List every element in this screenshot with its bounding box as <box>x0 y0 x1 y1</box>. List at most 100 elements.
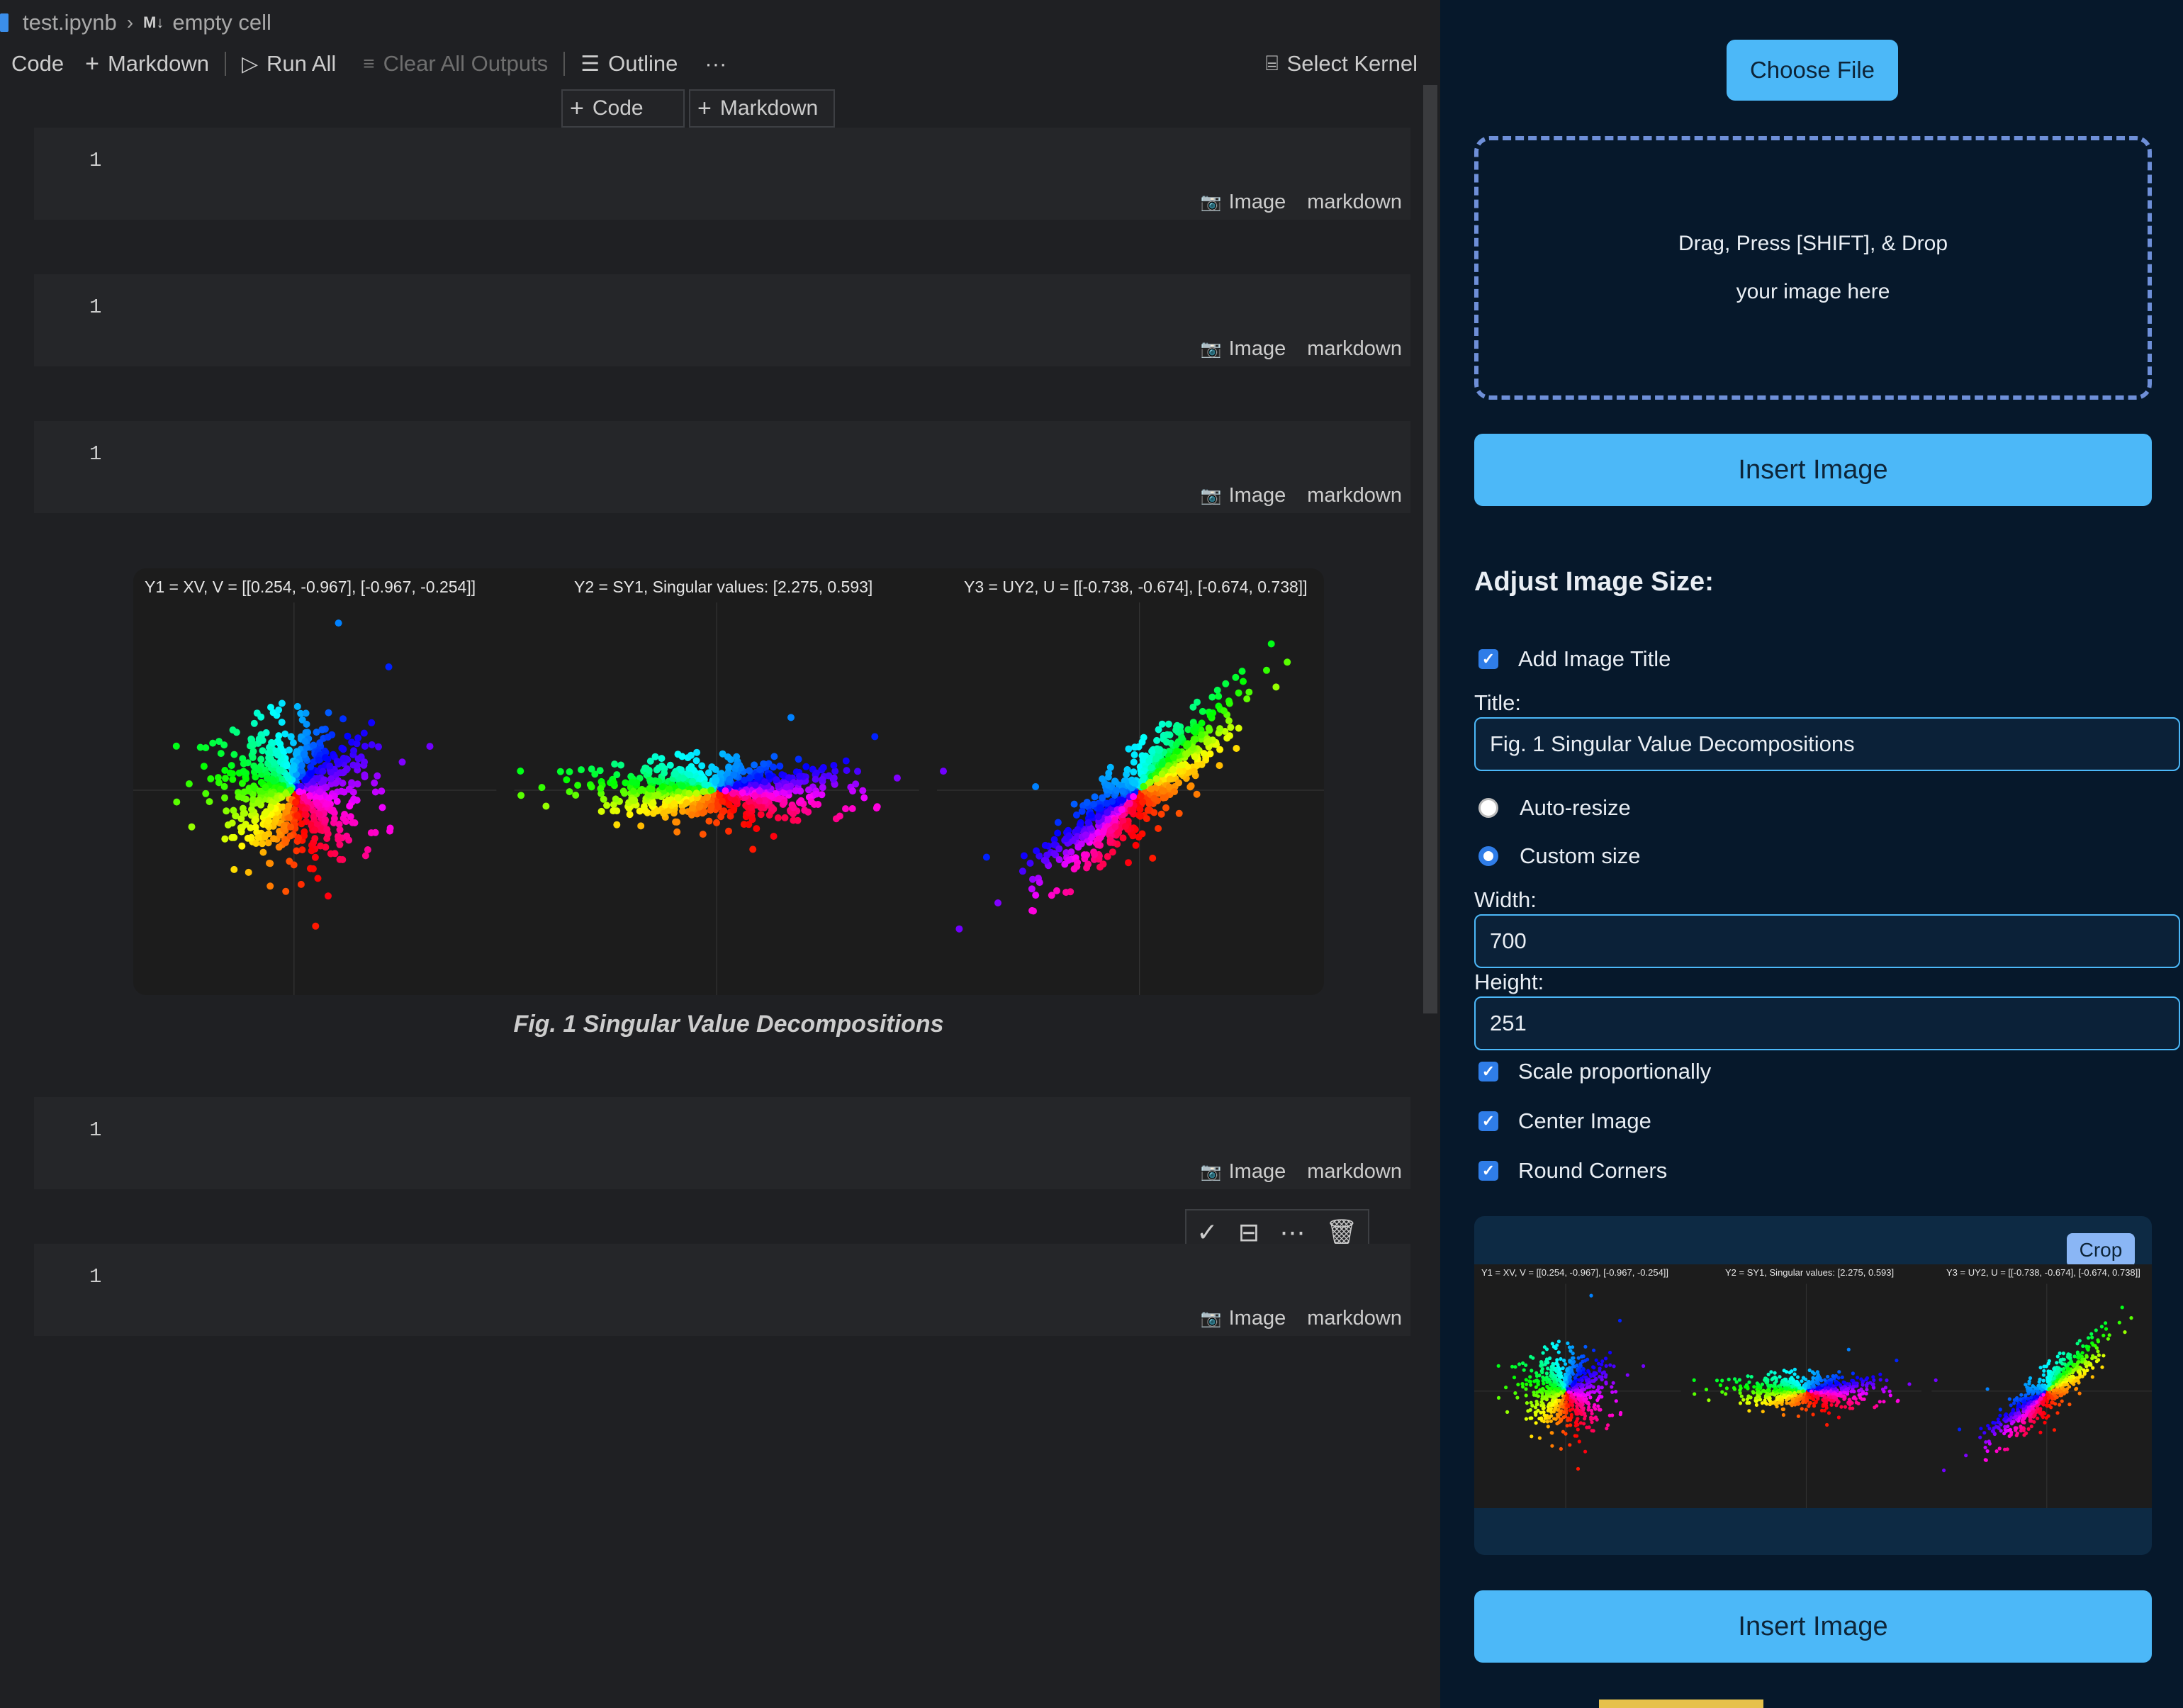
custom-size-radio-row[interactable]: Custom size <box>1478 843 1641 869</box>
scatter-point <box>1792 1372 1797 1376</box>
scatter-point <box>1552 1373 1556 1378</box>
scatter-point <box>1104 809 1111 816</box>
insert-markdown-cell-button[interactable]: + Markdown <box>689 89 835 128</box>
height-input[interactable]: 251 <box>1474 996 2180 1050</box>
scatter-point <box>1851 1381 1856 1386</box>
width-input[interactable]: 700 <box>1474 914 2180 968</box>
cell-language[interactable]: markdown <box>1307 337 1402 361</box>
cell-language[interactable]: markdown <box>1307 484 1402 507</box>
scatter-point <box>1235 689 1242 697</box>
checkmark-icon[interactable]: ✓ <box>1196 1218 1218 1247</box>
scatter-point <box>1115 828 1123 836</box>
scatter-point <box>1150 794 1158 802</box>
markdown-cell[interactable]: 1 📷 Image markdown <box>34 1244 1410 1336</box>
breadcrumb-file[interactable]: test.ipynb <box>23 10 117 35</box>
markdown-cell[interactable]: 1 📷 Image markdown <box>34 128 1410 220</box>
scatter-point <box>1747 1409 1751 1413</box>
scatter-point <box>1145 800 1153 808</box>
scatter-point <box>1590 1412 1594 1416</box>
custom-size-radio[interactable] <box>1478 846 1498 866</box>
scatter-point <box>1158 787 1166 794</box>
image-label[interactable]: Image <box>1229 1160 1286 1184</box>
cell-language[interactable]: markdown <box>1307 1307 1402 1330</box>
scatter-point <box>781 814 789 821</box>
choose-file-button[interactable]: Choose File <box>1727 40 1898 101</box>
scatter-point <box>1583 1449 1588 1454</box>
scatter-point <box>361 758 369 766</box>
scatter-point <box>1050 850 1058 858</box>
scatter-point <box>2060 1399 2064 1403</box>
scale-proportionally-row[interactable]: ✓ Scale proportionally <box>1478 1059 1711 1084</box>
image-dropzone[interactable]: Drag, Press [SHIFT], & Drop your image h… <box>1474 136 2152 400</box>
scatter-point <box>1091 793 1099 801</box>
insert-code-cell-button[interactable]: + Code <box>561 89 685 128</box>
add-title-checkbox[interactable]: ✓ <box>1478 649 1498 669</box>
scatter-point <box>1724 1386 1729 1390</box>
scatter-point <box>221 794 228 802</box>
round-corners-row[interactable]: ✓ Round Corners <box>1478 1158 1667 1184</box>
cell-language[interactable]: markdown <box>1307 191 1402 214</box>
scatter-point <box>626 811 634 819</box>
scatter-point <box>2041 1400 2045 1405</box>
height-field-label: Height: <box>1474 970 1544 994</box>
scatter-point <box>1978 1435 1982 1439</box>
scatter-point <box>272 815 280 823</box>
title-field-label: Title: <box>1474 690 1522 715</box>
scatter-point <box>302 776 310 784</box>
scatter-point <box>255 735 263 743</box>
crop-button[interactable]: Crop <box>2067 1233 2135 1267</box>
scatter-point <box>795 755 802 763</box>
scatter-point <box>261 833 269 841</box>
auto-resize-radio-row[interactable]: Auto-resize <box>1478 795 1631 821</box>
cell-language[interactable]: markdown <box>1307 1160 1402 1184</box>
scale-proportionally-checkbox[interactable]: ✓ <box>1478 1062 1498 1081</box>
add-title-checkbox-row[interactable]: ✓ Add Image Title <box>1478 646 1671 672</box>
round-corners-checkbox[interactable]: ✓ <box>1478 1161 1498 1181</box>
scatter-point <box>1934 1378 1938 1383</box>
scatter-point <box>1571 1356 1575 1360</box>
scatter-point <box>267 704 274 711</box>
image-label[interactable]: Image <box>1229 191 1286 214</box>
scatter-point <box>782 783 790 791</box>
scatter-point <box>1171 788 1179 795</box>
run-all-button[interactable]: ▷ Run All <box>242 45 336 82</box>
auto-resize-radio[interactable] <box>1478 798 1498 818</box>
scatter-point <box>1564 1395 1568 1400</box>
vertical-scrollbar[interactable] <box>1423 85 1437 1013</box>
insert-image-button-bottom[interactable]: Insert Image <box>1474 1590 2152 1663</box>
line-number: 1 <box>89 442 102 466</box>
image-label[interactable]: Image <box>1229 484 1286 507</box>
select-kernel-button[interactable]: ⌸ Select Kernel <box>1266 45 1418 82</box>
markdown-cell[interactable]: 1 📷 Image markdown <box>34 421 1410 513</box>
center-image-row[interactable]: ✓ Center Image <box>1478 1108 1651 1134</box>
add-markdown-button[interactable]: + Markdown <box>85 45 209 82</box>
scatter-point <box>1517 1362 1522 1366</box>
image-label[interactable]: Image <box>1229 1307 1286 1330</box>
title-input[interactable]: Fig. 1 Singular Value Decompositions <box>1474 717 2180 771</box>
add-code-button[interactable]: Code <box>11 45 64 82</box>
scatter-point <box>1605 1427 1609 1431</box>
breadcrumb-cell[interactable]: empty cell <box>172 10 271 35</box>
scatter-point <box>1194 698 1201 706</box>
center-image-checkbox[interactable]: ✓ <box>1478 1111 1498 1131</box>
scatter-point <box>1073 863 1081 870</box>
scatter-point <box>1175 779 1183 787</box>
scatter-point <box>1774 1403 1778 1407</box>
trash-icon[interactable]: 🗑 <box>1325 1218 1358 1247</box>
markdown-cell[interactable]: 1 📷 Image markdown <box>34 274 1410 366</box>
more-actions-button[interactable]: ··· <box>705 45 726 82</box>
scatter-point <box>1844 1387 1848 1391</box>
adjust-size-heading: Adjust Image Size: <box>1474 567 1714 597</box>
scatter-point <box>1642 1364 1646 1369</box>
scale-proportionally-label: Scale proportionally <box>1518 1059 1712 1084</box>
clear-all-outputs-button[interactable]: ≡ Clear All Outputs <box>363 45 548 82</box>
split-cell-icon[interactable]: ⊟ <box>1238 1218 1259 1247</box>
ellipsis-icon[interactable]: ⋯ <box>1280 1218 1306 1247</box>
outline-button[interactable]: ☰ Outline <box>580 45 678 82</box>
scatter-point <box>1078 807 1086 815</box>
markdown-cell[interactable]: 1 📷 Image markdown <box>34 1097 1410 1189</box>
image-label[interactable]: Image <box>1229 337 1286 361</box>
scatter-point <box>1040 856 1048 864</box>
scatter-point <box>2042 1369 2046 1373</box>
insert-image-button[interactable]: Insert Image <box>1474 434 2152 506</box>
